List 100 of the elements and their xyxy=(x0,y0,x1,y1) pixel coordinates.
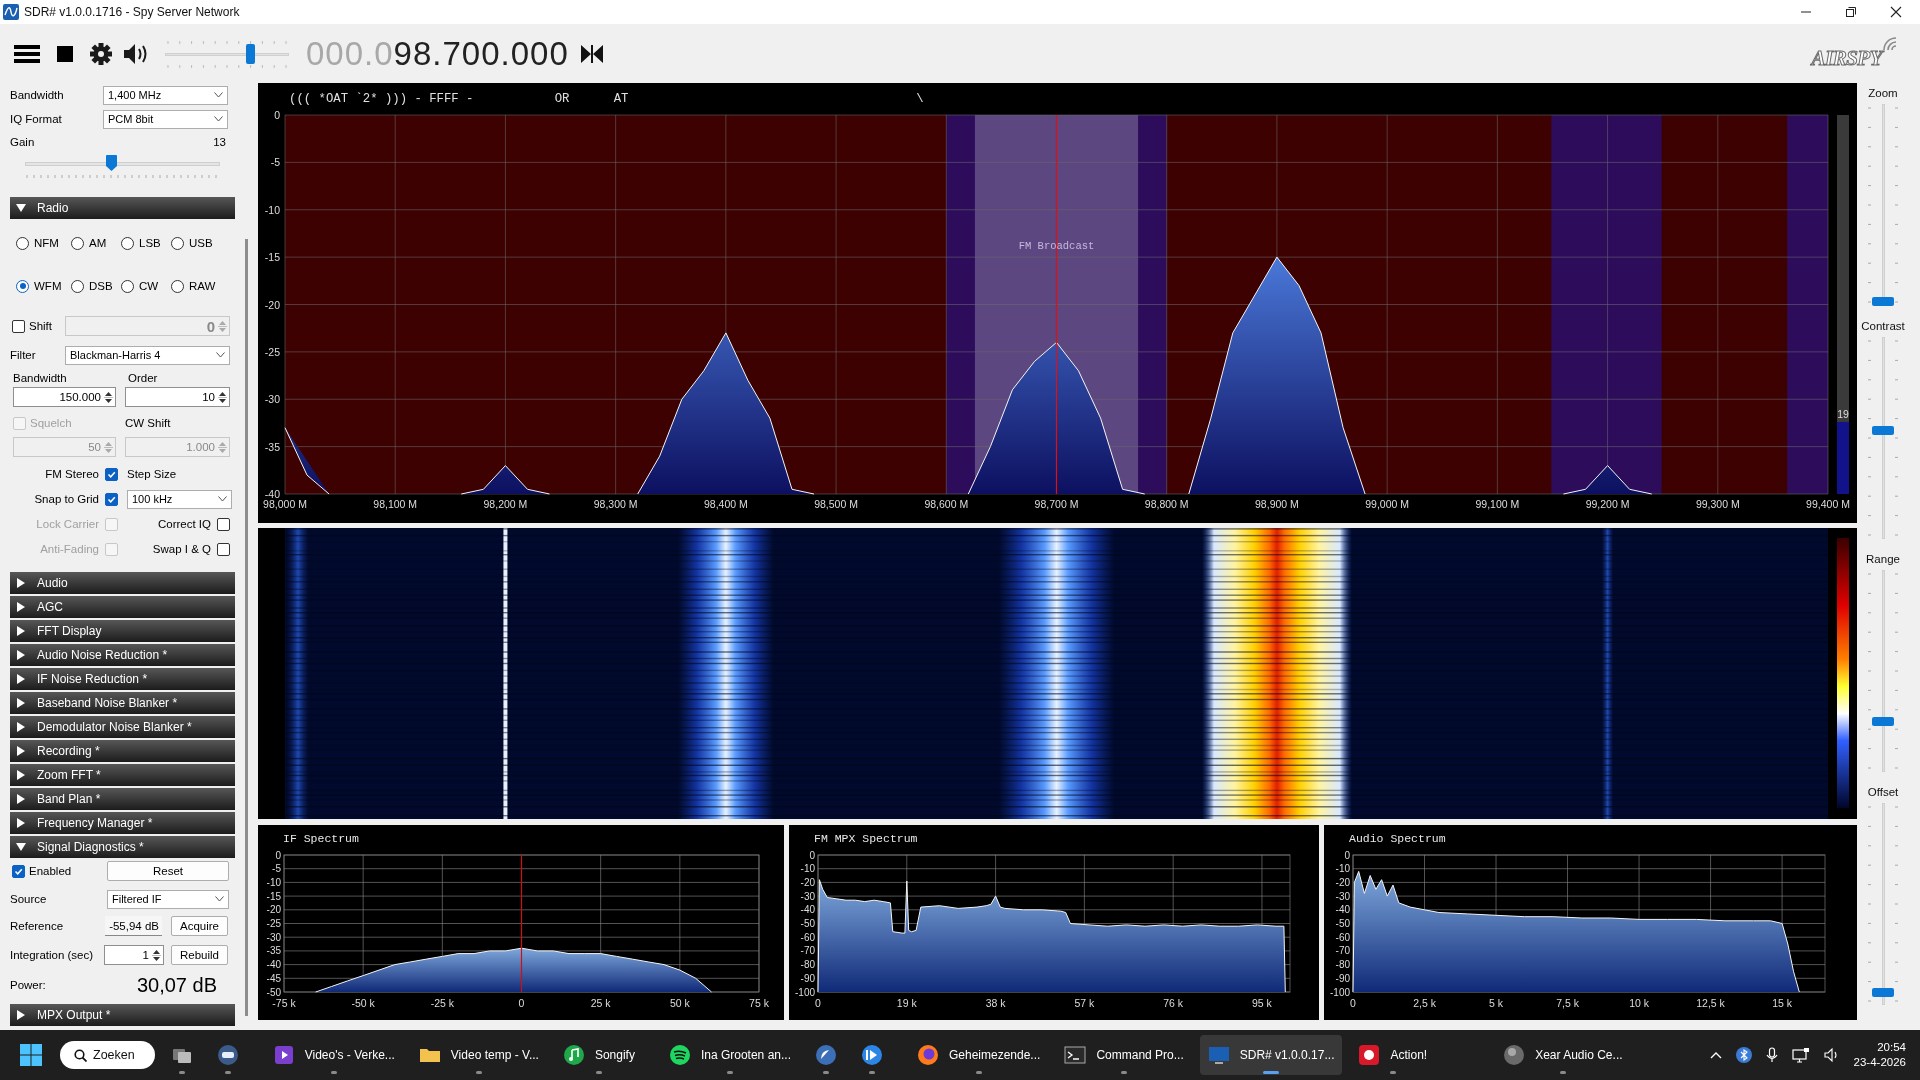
axis-label: 98,400 M xyxy=(703,498,748,510)
checkbox[interactable] xyxy=(217,517,230,531)
bowtie-icon[interactable] xyxy=(580,44,603,63)
axis-label: 95 k xyxy=(1252,997,1272,1009)
slider-label: Zoom xyxy=(1868,86,1898,101)
checkbox[interactable] xyxy=(217,542,230,556)
sound-wave-icon xyxy=(668,1044,691,1066)
section-header[interactable]: Radio xyxy=(10,197,235,219)
taskbar-button[interactable]: Video's - Verke... xyxy=(264,1035,403,1075)
section-header[interactable]: IF Noise Reduction * xyxy=(10,668,235,690)
radio-button[interactable] xyxy=(121,236,134,250)
spin-arrows-icon[interactable] xyxy=(104,389,113,405)
radio-button[interactable] xyxy=(16,279,29,293)
order-field[interactable]: 10 xyxy=(125,387,230,407)
section-header[interactable]: Audio Noise Reduction * xyxy=(10,644,235,666)
source-dropdown[interactable]: Filtered IF xyxy=(107,889,229,909)
taskbar-button[interactable]: Ina Grooten an... xyxy=(660,1035,799,1075)
axis-label: -10 xyxy=(800,863,815,875)
settings-icon[interactable] xyxy=(90,42,112,65)
axis-label: 10 k xyxy=(1629,997,1649,1009)
bandwidth-dropdown[interactable]: 1,400 MHz xyxy=(103,85,228,105)
network-icon[interactable] xyxy=(1791,1047,1810,1063)
bluetooth-icon[interactable] xyxy=(1735,1047,1752,1063)
axis-label: 98,600 M xyxy=(924,498,969,510)
vertical-slider[interactable] xyxy=(1868,104,1898,306)
acquire-button[interactable]: Acquire xyxy=(171,916,228,936)
start-icon[interactable] xyxy=(20,1044,42,1066)
axis-label: 5 k xyxy=(1489,997,1504,1009)
format-dropdown[interactable]: PCM 8bit xyxy=(103,109,228,129)
slider-thumb[interactable] xyxy=(1872,716,1894,726)
vertical-slider[interactable] xyxy=(1868,570,1898,772)
spin-arrows-icon[interactable] xyxy=(152,947,161,963)
checkbox[interactable] xyxy=(105,467,118,481)
reset-button[interactable]: Reset xyxy=(107,861,229,881)
axis-label: -20 xyxy=(800,876,815,888)
section-header[interactable]: Frequency Manager * xyxy=(10,812,235,834)
triangle-icon xyxy=(16,578,26,588)
axis-label: 0 xyxy=(1350,997,1356,1009)
radio-button[interactable] xyxy=(171,236,184,250)
section-header[interactable]: Recording * xyxy=(10,740,235,762)
taskbar-button[interactable]: Songify xyxy=(554,1035,643,1075)
spin-arrows-icon[interactable] xyxy=(218,389,227,405)
slider-label: Range xyxy=(1866,552,1900,567)
slider-thumb[interactable] xyxy=(105,155,117,171)
step-size-dropdown[interactable]: 100 kHz xyxy=(127,489,232,509)
section-header[interactable]: Band Plan * xyxy=(10,788,235,810)
section-header[interactable]: Zoom FFT * xyxy=(10,764,235,786)
integration-field[interactable]: 1 xyxy=(104,945,164,965)
axis-label: -60 xyxy=(1335,931,1350,943)
checkbox-label: Snap to Grid xyxy=(34,493,99,505)
microphone-icon[interactable] xyxy=(1765,1047,1778,1063)
gain-value: 13 xyxy=(213,136,226,148)
section-header[interactable]: AGC xyxy=(10,596,235,618)
checkbox[interactable] xyxy=(12,864,25,878)
section-header[interactable]: Signal Diagnostics * xyxy=(10,836,235,858)
rebuild-button[interactable]: Rebuild xyxy=(171,945,228,965)
chevron-up-icon[interactable] xyxy=(1709,1051,1722,1059)
volume-slider[interactable] xyxy=(165,38,289,69)
axis-label: 99,000 M xyxy=(1365,498,1410,510)
checkbox[interactable] xyxy=(105,492,118,506)
maximize-icon[interactable] xyxy=(1843,4,1859,20)
taskbar-button[interactable]: Action! xyxy=(1350,1035,1436,1075)
radio-button[interactable] xyxy=(71,279,84,293)
taskbar-button[interactable]: Xear Audio Ce... xyxy=(1495,1035,1631,1075)
axis-label: 57 k xyxy=(1074,997,1095,1009)
radio-button[interactable] xyxy=(16,236,29,250)
section-header[interactable]: FFT Display xyxy=(10,620,235,642)
disc-icon xyxy=(1503,1044,1526,1066)
frequency-digits: 98.700.000 xyxy=(393,34,569,72)
vertical-slider[interactable] xyxy=(1868,803,1898,1005)
checkbox-label: Correct IQ xyxy=(157,518,211,530)
section-header[interactable]: MPX Output * xyxy=(10,1004,235,1026)
taskbar-button[interactable]: Geheimezende... xyxy=(909,1035,1049,1075)
filter-dropdown[interactable]: Blackman-Harris 4 xyxy=(65,345,230,365)
scrollbar[interactable] xyxy=(245,239,248,1016)
close-icon[interactable] xyxy=(1888,4,1904,20)
radio-button[interactable] xyxy=(71,236,84,250)
slider-thumb[interactable] xyxy=(245,43,255,64)
stop-icon[interactable] xyxy=(57,45,73,62)
axis-label: 2,5 k xyxy=(1413,997,1436,1009)
taskbar-button[interactable]: SDR# v1.0.0.17... xyxy=(1199,1035,1343,1075)
radio-button[interactable] xyxy=(171,279,184,293)
section-header[interactable]: Demodulator Noise Blanker * xyxy=(10,716,235,738)
speaker-icon[interactable] xyxy=(1823,1047,1840,1063)
taskbar-button[interactable]: Video temp - V... xyxy=(410,1035,547,1075)
section-header[interactable]: Baseband Noise Blanker * xyxy=(10,692,235,714)
search-field[interactable]: Zoeken xyxy=(60,1041,155,1069)
radio-button[interactable] xyxy=(121,279,134,293)
axis-label: -30 xyxy=(266,931,281,943)
slider-thumb[interactable] xyxy=(1872,297,1894,306)
taskbar-button[interactable]: Command Pro... xyxy=(1056,1035,1192,1075)
vertical-slider[interactable] xyxy=(1868,337,1898,539)
slider-thumb[interactable] xyxy=(1872,988,1894,998)
field-label: Gain xyxy=(10,136,35,148)
checkbox[interactable] xyxy=(12,319,25,333)
chevron-icon xyxy=(218,496,227,502)
slider-thumb[interactable] xyxy=(1872,425,1894,435)
menu-icon[interactable] xyxy=(14,43,40,64)
bandwidth-field[interactable]: 150.000 xyxy=(13,387,116,407)
section-header[interactable]: Audio xyxy=(10,572,235,594)
